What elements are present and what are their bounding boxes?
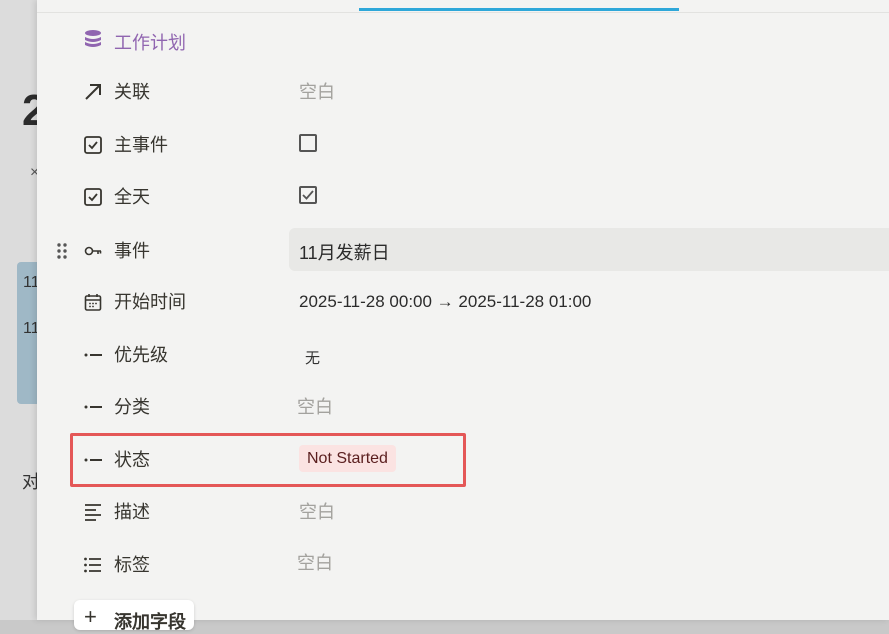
- start-time-value[interactable]: 2025-11-28 00:00 → 2025-11-28 01:00: [299, 292, 591, 312]
- property-label: 关联: [114, 82, 150, 102]
- property-priority[interactable]: 优先级 无: [37, 333, 889, 377]
- property-relation[interactable]: 关联 空白: [37, 70, 889, 114]
- property-start-time[interactable]: 开始时间 2025-11-28 00:00 → 2025-11-28 01:00: [37, 280, 889, 324]
- list-icon: [83, 555, 103, 575]
- category-value[interactable]: 空白: [297, 397, 333, 417]
- event-detail-panel: 工作计划 关联 空白 主事件 全天 事件 11月发薪日 开始时间 2025-11…: [37, 0, 889, 632]
- all-day-checkbox[interactable]: [299, 186, 317, 204]
- select-icon: [83, 397, 103, 417]
- checkbox-icon: [83, 187, 103, 207]
- event-title-value: 11月发薪日: [299, 243, 390, 263]
- property-tags[interactable]: 标签 空白: [37, 543, 889, 587]
- database-icon: [83, 29, 103, 49]
- active-tab-indicator: [359, 8, 679, 11]
- drag-handle-icon[interactable]: [57, 242, 67, 260]
- plus-icon: +: [84, 604, 97, 629]
- property-label: 描述: [114, 502, 150, 522]
- property-category[interactable]: 分类 空白: [37, 385, 889, 429]
- property-event-title[interactable]: 事件 11月发薪日: [37, 228, 889, 273]
- property-label: 标签: [114, 555, 150, 575]
- select-icon: [83, 345, 103, 365]
- property-label: 主事件: [114, 135, 168, 155]
- checkbox-icon: [83, 135, 103, 155]
- property-value[interactable]: 空白: [299, 82, 335, 102]
- description-value[interactable]: 空白: [299, 502, 335, 522]
- property-label: 事件: [114, 241, 150, 261]
- property-label: 全天: [114, 187, 150, 207]
- property-description[interactable]: 描述 空白: [37, 490, 889, 534]
- property-label: 开始时间: [114, 292, 186, 312]
- property-main-event[interactable]: 主事件: [37, 123, 889, 167]
- add-field-label: 添加字段: [114, 612, 186, 632]
- property-label: 分类: [114, 397, 150, 417]
- text-lines-icon: [83, 502, 103, 522]
- event-title-field[interactable]: 11月发薪日: [289, 228, 889, 271]
- tags-value[interactable]: 空白: [297, 553, 333, 573]
- property-label: 优先级: [114, 345, 168, 365]
- priority-value[interactable]: 无: [305, 347, 320, 368]
- add-field-button[interactable]: + 添加字段: [74, 600, 194, 632]
- key-icon: [83, 241, 103, 261]
- arrow-up-right-icon: [83, 82, 103, 102]
- property-all-day[interactable]: 全天: [37, 175, 889, 219]
- calendar-icon: [83, 292, 103, 312]
- status-highlight-box: [70, 433, 466, 487]
- panel-top-divider: [37, 12, 889, 13]
- database-title[interactable]: 工作计划: [114, 29, 186, 55]
- main-event-checkbox[interactable]: [299, 134, 317, 152]
